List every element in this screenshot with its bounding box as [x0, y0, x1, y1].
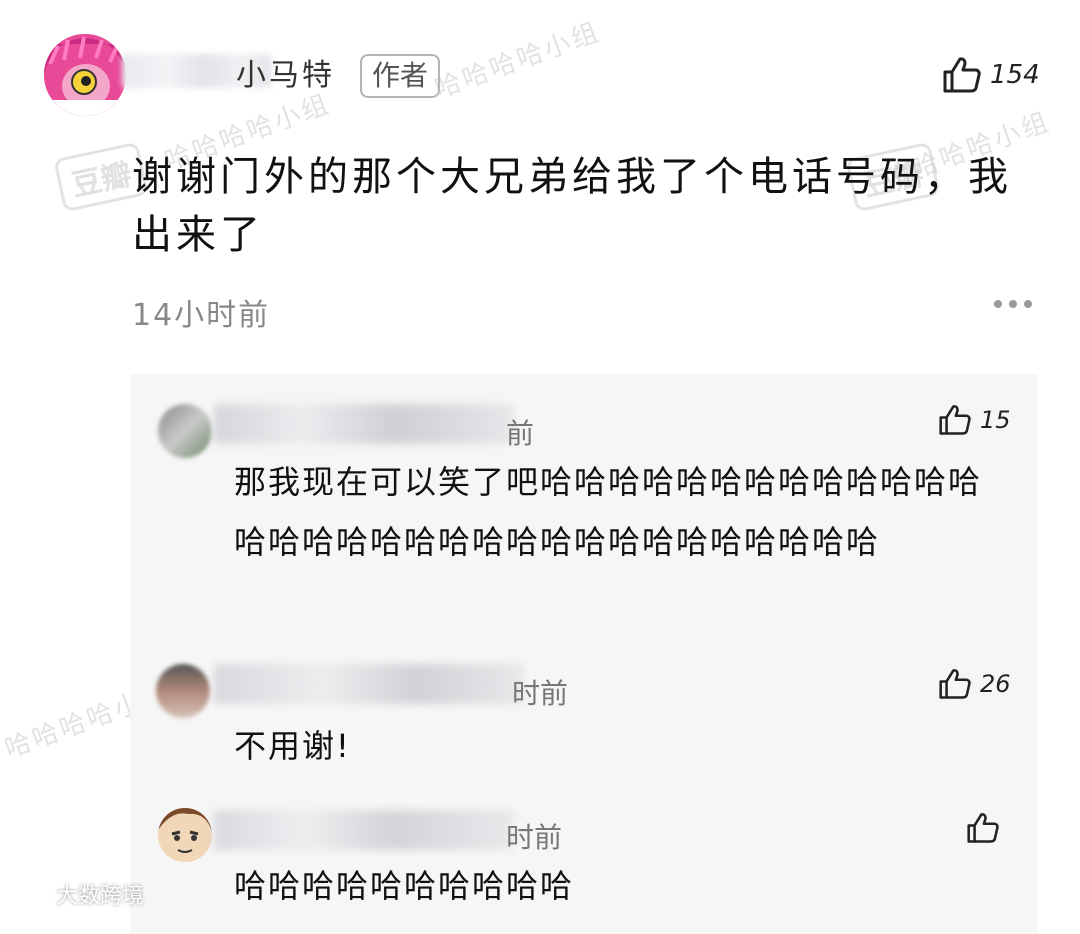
reply-text: 那我现在可以笑了吧哈哈哈哈哈哈哈哈哈哈哈哈哈哈哈哈哈哈哈哈哈哈哈哈哈哈哈哈哈哈哈… [234, 463, 983, 561]
like-count: 154 [990, 60, 1040, 90]
avatar-image [158, 808, 212, 862]
reply-like-button[interactable]: 26 [938, 668, 1011, 700]
brand-watermark: 大数跨境 [6, 878, 144, 910]
brand-logo-icon [8, 883, 44, 904]
more-dots-icon[interactable] [994, 300, 1032, 308]
reply-username-blurred [214, 664, 524, 704]
avatar[interactable] [44, 34, 126, 116]
comment-text: 谢谢门外的那个大兄弟给我了个电话号码，我出来了 [132, 154, 1012, 258]
username[interactable]: 小马特 [236, 50, 335, 94]
reply-time: 时前 [512, 677, 569, 710]
reply-avatar[interactable] [158, 808, 212, 862]
reply-text: 不用谢! [234, 727, 351, 765]
reply-time: 时前 [506, 821, 563, 854]
reply-like-count: 26 [980, 670, 1011, 698]
author-badge: 作者 [360, 54, 441, 98]
reply-username-blurred [214, 404, 514, 444]
thumbs-up-icon [939, 405, 971, 435]
brand-name: 大数跨境 [56, 884, 145, 909]
avatar-image [44, 34, 126, 116]
reply-avatar[interactable] [158, 404, 212, 458]
reply-like-button[interactable]: 15 [938, 404, 1011, 436]
reply-text: 哈哈哈哈哈哈哈哈哈哈 [234, 867, 575, 905]
reply-like-count: 15 [980, 406, 1011, 434]
thumbs-up-icon [967, 813, 999, 843]
reply-avatar[interactable] [156, 664, 210, 718]
reply-username-blurred [214, 810, 514, 850]
reply-like-button[interactable] [966, 812, 1008, 844]
comment-time: 14小时前 [132, 298, 271, 333]
watermark-group: 哈哈哈哈小组 [430, 16, 605, 105]
thumbs-up-icon [943, 57, 981, 93]
thumbs-up-icon [939, 669, 971, 699]
reply-time: 前 [506, 417, 535, 450]
like-button[interactable]: 154 [942, 56, 1040, 94]
